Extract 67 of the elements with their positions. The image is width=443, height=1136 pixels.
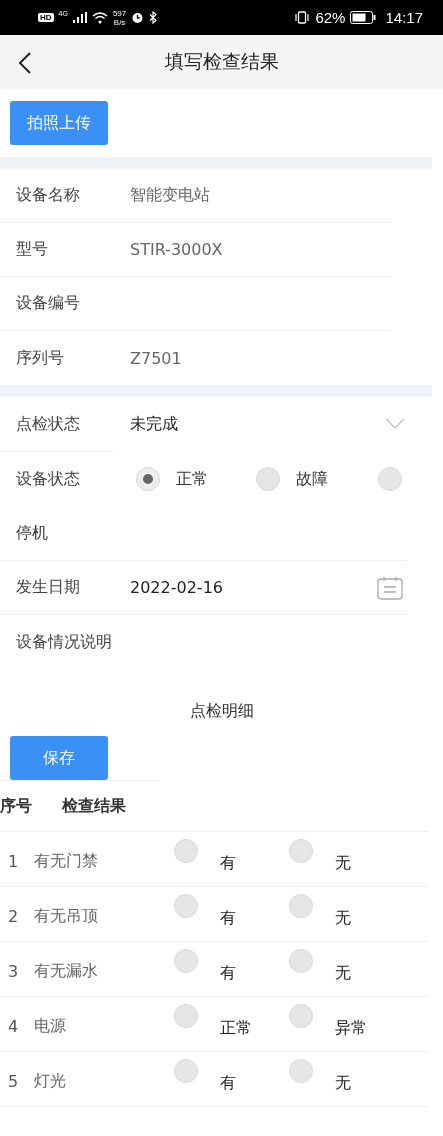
radio-label: 停机 — [16, 521, 48, 544]
field-label: 型号 — [16, 239, 49, 260]
section-title: 点检明细 — [189, 701, 254, 720]
row-number: 4 — [7, 1015, 20, 1038]
signal-icon — [72, 12, 87, 23]
radio-label: 正常 — [220, 1016, 252, 1039]
row-number: 1 — [7, 850, 20, 873]
hd-icon: HD — [38, 13, 54, 22]
radio-button[interactable] — [289, 949, 313, 973]
row-number: 5 — [7, 1070, 20, 1093]
clock-time: 14:17 — [385, 9, 423, 26]
check-item: 有无门禁 — [34, 849, 99, 872]
radio-label: 正常 — [176, 467, 208, 490]
radio-button[interactable] — [136, 467, 160, 491]
radio-button[interactable] — [289, 1004, 313, 1028]
chevron-down-icon[interactable] — [385, 418, 405, 430]
radio-label: 故障 — [296, 467, 328, 490]
calendar-icon[interactable] — [377, 575, 403, 600]
radio-button[interactable] — [378, 467, 402, 491]
field-value: 智能变电站 — [130, 185, 210, 206]
field-label: 设备名称 — [16, 185, 81, 206]
radio-button[interactable] — [174, 949, 198, 973]
speed-value: 597 — [112, 8, 127, 18]
radio-button[interactable] — [174, 894, 198, 918]
wifi-icon — [91, 11, 108, 24]
radio-label: 有 — [220, 906, 236, 929]
radio-button[interactable] — [289, 1059, 313, 1083]
date-value[interactable]: 2022-02-16 — [130, 578, 223, 597]
radio-label: 异常 — [335, 1016, 367, 1039]
field-value: STIR-3000X — [130, 240, 223, 259]
radio-button[interactable] — [174, 1059, 198, 1083]
dropdown-value[interactable]: 未完成 — [130, 413, 178, 435]
radio-label: 有 — [220, 851, 236, 874]
radio-button[interactable] — [174, 839, 198, 863]
page-title: 填写检查结果 — [164, 49, 279, 74]
field-label: 设备编号 — [16, 293, 81, 314]
back-icon[interactable] — [18, 52, 32, 74]
check-item: 有无漏水 — [34, 959, 99, 982]
row-number: 2 — [7, 905, 20, 928]
battery-icon — [350, 11, 377, 24]
field-label: 发生日期 — [16, 577, 81, 598]
radio-label: 有 — [220, 961, 236, 984]
column-header: 检查结果 — [62, 795, 126, 817]
alarm-icon — [131, 11, 145, 24]
radio-label: 有 — [220, 1071, 236, 1094]
battery-percent: 62% — [315, 9, 346, 26]
radio-button[interactable] — [289, 839, 313, 863]
check-item: 有无吊顶 — [34, 904, 99, 927]
field-label: 点检状态 — [16, 413, 81, 435]
radio-button[interactable] — [256, 467, 280, 491]
column-header: 序号 — [0, 795, 33, 817]
field-label: 设备情况说明 — [16, 631, 113, 653]
field-value: Z7501 — [130, 348, 182, 368]
radio-label: 无 — [335, 961, 351, 984]
bluetooth-icon — [149, 11, 158, 24]
vibrate-icon — [294, 11, 311, 24]
radio-button[interactable] — [174, 1004, 198, 1028]
radio-label: 无 — [335, 851, 351, 874]
radio-label: 无 — [335, 906, 351, 929]
field-label: 设备状态 — [16, 467, 81, 490]
check-item: 灯光 — [34, 1069, 67, 1092]
radio-label: 无 — [335, 1071, 351, 1094]
row-number: 3 — [7, 960, 20, 983]
speed-unit: B/s — [113, 17, 126, 27]
field-label: 序列号 — [16, 347, 65, 369]
check-item: 电源 — [34, 1014, 67, 1037]
radio-button[interactable] — [289, 894, 313, 918]
